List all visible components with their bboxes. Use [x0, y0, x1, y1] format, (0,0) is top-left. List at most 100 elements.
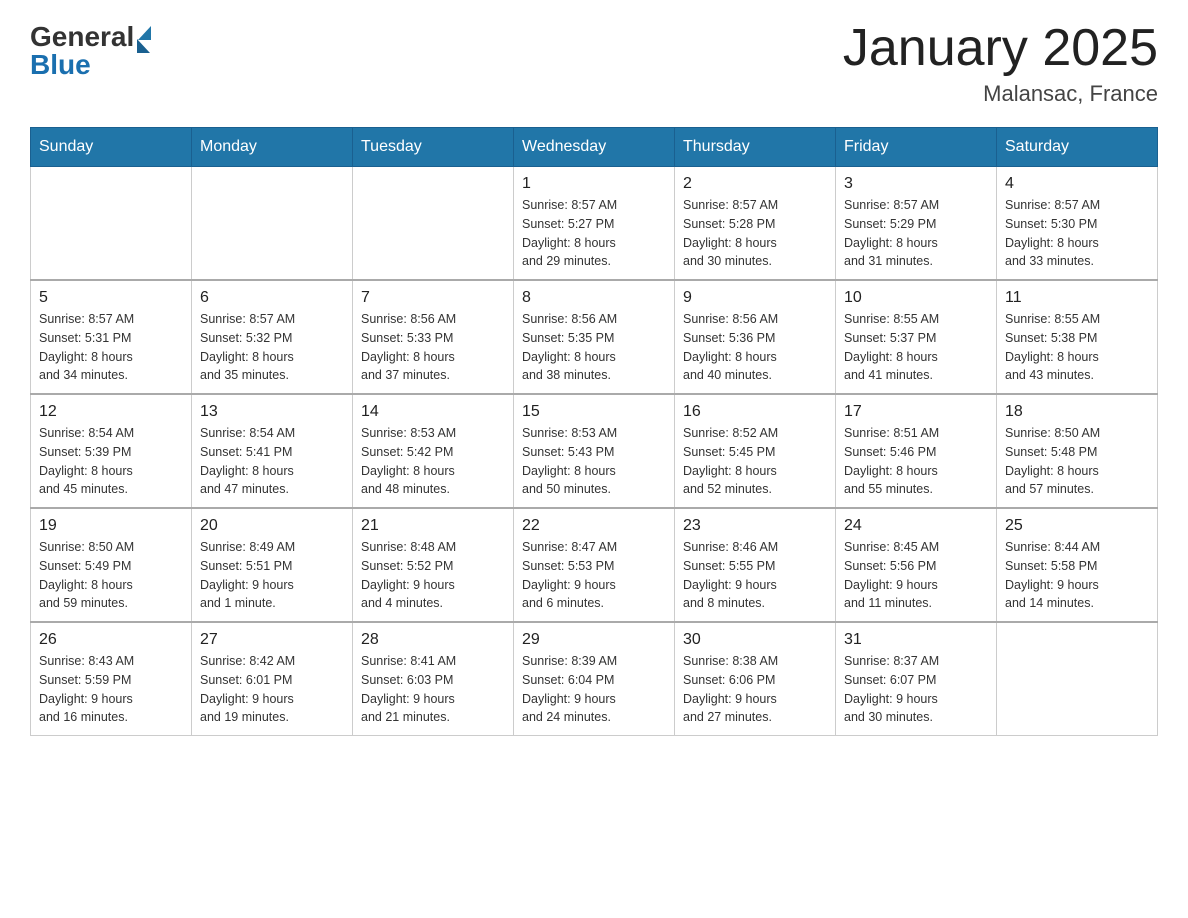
day-info: Sunrise: 8:54 AM Sunset: 5:41 PM Dayligh… — [200, 424, 344, 499]
calendar-cell: 14Sunrise: 8:53 AM Sunset: 5:42 PM Dayli… — [353, 394, 514, 508]
day-number: 25 — [1005, 517, 1149, 535]
calendar-cell: 19 Sunrise: 8:50 AM Sunset: 5:49 PM Dayli… — [31, 508, 192, 622]
day-info: Sunrise: 8:56 AM Sunset: 5:35 PM Dayligh… — [522, 310, 666, 385]
calendar-cell: 11 Sunrise: 8:55 AM Sunset: 5:38 PM Dayli… — [997, 280, 1158, 394]
calendar-week-row: 19 Sunrise: 8:50 AM Sunset: 5:49 PM Dayli… — [31, 508, 1158, 622]
day-info: Sunrise: 8:50 AM Sunset: 5:49 PM Dayligh… — [39, 538, 183, 613]
day-info: Sunrise: 8:44 AM Sunset: 5:58 PM Dayligh… — [1005, 538, 1149, 613]
day-info: Sunrise: 8:51 AM Sunset: 5:46 PM Dayligh… — [844, 424, 988, 499]
calendar-cell: 21 Sunrise: 8:48 AM Sunset: 5:52 PM Dayli… — [353, 508, 514, 622]
day-number: 20 — [200, 517, 344, 535]
logo-general-text: General — [30, 21, 134, 53]
column-header-wednesday: Wednesday — [514, 128, 675, 167]
logo: General Blue — [30, 20, 151, 81]
calendar-cell: 29 Sunrise: 8:39 AM Sunset: 6:04 PM Dayli… — [514, 622, 675, 736]
calendar-cell: 31 Sunrise: 8:37 AM Sunset: 6:07 PM Dayli… — [836, 622, 997, 736]
day-number: 17 — [844, 403, 988, 421]
day-number: 29 — [522, 631, 666, 649]
calendar-cell: 15 Sunrise: 8:53 AM Sunset: 5:43 PM Dayli… — [514, 394, 675, 508]
calendar-week-row: 12Sunrise: 8:54 AM Sunset: 5:39 PM Dayli… — [31, 394, 1158, 508]
column-header-saturday: Saturday — [997, 128, 1158, 167]
day-number: 9 — [683, 289, 827, 307]
calendar-header-row: SundayMondayTuesdayWednesdayThursdayFrid… — [31, 128, 1158, 167]
day-info: Sunrise: 8:55 AM Sunset: 5:38 PM Dayligh… — [1005, 310, 1149, 385]
calendar-cell — [997, 622, 1158, 736]
day-number: 16 — [683, 403, 827, 421]
calendar-subtitle: Malansac, France — [843, 81, 1158, 107]
calendar-table: SundayMondayTuesdayWednesdayThursdayFrid… — [30, 127, 1158, 736]
calendar-cell: 9 Sunrise: 8:56 AM Sunset: 5:36 PM Daylig… — [675, 280, 836, 394]
calendar-cell: 28Sunrise: 8:41 AM Sunset: 6:03 PM Dayli… — [353, 622, 514, 736]
day-number: 2 — [683, 175, 827, 193]
day-info: Sunrise: 8:57 AM Sunset: 5:30 PM Dayligh… — [1005, 196, 1149, 271]
day-info: Sunrise: 8:47 AM Sunset: 5:53 PM Dayligh… — [522, 538, 666, 613]
column-header-tuesday: Tuesday — [353, 128, 514, 167]
calendar-week-row: 1Sunrise: 8:57 AM Sunset: 5:27 PM Daylig… — [31, 167, 1158, 281]
day-number: 7 — [361, 289, 505, 307]
calendar-cell: 4 Sunrise: 8:57 AM Sunset: 5:30 PM Daylig… — [997, 167, 1158, 281]
calendar-title: January 2025 — [843, 20, 1158, 77]
day-info: Sunrise: 8:57 AM Sunset: 5:32 PM Dayligh… — [200, 310, 344, 385]
day-number: 31 — [844, 631, 988, 649]
day-number: 4 — [1005, 175, 1149, 193]
day-info: Sunrise: 8:42 AM Sunset: 6:01 PM Dayligh… — [200, 652, 344, 727]
day-number: 8 — [522, 289, 666, 307]
day-info: Sunrise: 8:54 AM Sunset: 5:39 PM Dayligh… — [39, 424, 183, 499]
day-number: 22 — [522, 517, 666, 535]
day-number: 3 — [844, 175, 988, 193]
day-info: Sunrise: 8:56 AM Sunset: 5:33 PM Dayligh… — [361, 310, 505, 385]
calendar-cell: 13 Sunrise: 8:54 AM Sunset: 5:41 PM Dayli… — [192, 394, 353, 508]
column-header-friday: Friday — [836, 128, 997, 167]
column-header-sunday: Sunday — [31, 128, 192, 167]
day-number: 23 — [683, 517, 827, 535]
calendar-cell — [31, 167, 192, 281]
day-number: 26 — [39, 631, 183, 649]
day-number: 15 — [522, 403, 666, 421]
day-info: Sunrise: 8:48 AM Sunset: 5:52 PM Dayligh… — [361, 538, 505, 613]
calendar-cell: 18Sunrise: 8:50 AM Sunset: 5:48 PM Dayli… — [997, 394, 1158, 508]
day-number: 19 — [39, 517, 183, 535]
day-number: 27 — [200, 631, 344, 649]
calendar-cell: 30Sunrise: 8:38 AM Sunset: 6:06 PM Dayli… — [675, 622, 836, 736]
day-number: 14 — [361, 403, 505, 421]
logo-blue-text: Blue — [30, 49, 151, 81]
day-info: Sunrise: 8:55 AM Sunset: 5:37 PM Dayligh… — [844, 310, 988, 385]
calendar-cell: 26 Sunrise: 8:43 AM Sunset: 5:59 PM Dayli… — [31, 622, 192, 736]
calendar-cell: 27 Sunrise: 8:42 AM Sunset: 6:01 PM Dayli… — [192, 622, 353, 736]
column-header-monday: Monday — [192, 128, 353, 167]
day-info: Sunrise: 8:46 AM Sunset: 5:55 PM Dayligh… — [683, 538, 827, 613]
day-info: Sunrise: 8:53 AM Sunset: 5:43 PM Dayligh… — [522, 424, 666, 499]
day-number: 1 — [522, 175, 666, 193]
calendar-cell: 6 Sunrise: 8:57 AM Sunset: 5:32 PM Daylig… — [192, 280, 353, 394]
day-number: 13 — [200, 403, 344, 421]
day-info: Sunrise: 8:57 AM Sunset: 5:31 PM Dayligh… — [39, 310, 183, 385]
day-info: Sunrise: 8:41 AM Sunset: 6:03 PM Dayligh… — [361, 652, 505, 727]
day-info: Sunrise: 8:37 AM Sunset: 6:07 PM Dayligh… — [844, 652, 988, 727]
calendar-cell: 24 Sunrise: 8:45 AM Sunset: 5:56 PM Dayli… — [836, 508, 997, 622]
day-info: Sunrise: 8:43 AM Sunset: 5:59 PM Dayligh… — [39, 652, 183, 727]
calendar-cell: 16 Sunrise: 8:52 AM Sunset: 5:45 PM Dayli… — [675, 394, 836, 508]
calendar-cell: 1Sunrise: 8:57 AM Sunset: 5:27 PM Daylig… — [514, 167, 675, 281]
day-number: 11 — [1005, 289, 1149, 307]
calendar-cell: 2 Sunrise: 8:57 AM Sunset: 5:28 PM Daylig… — [675, 167, 836, 281]
day-info: Sunrise: 8:57 AM Sunset: 5:29 PM Dayligh… — [844, 196, 988, 271]
calendar-cell: 12Sunrise: 8:54 AM Sunset: 5:39 PM Dayli… — [31, 394, 192, 508]
day-number: 21 — [361, 517, 505, 535]
day-number: 10 — [844, 289, 988, 307]
day-info: Sunrise: 8:57 AM Sunset: 5:28 PM Dayligh… — [683, 196, 827, 271]
day-number: 30 — [683, 631, 827, 649]
day-number: 24 — [844, 517, 988, 535]
day-info: Sunrise: 8:52 AM Sunset: 5:45 PM Dayligh… — [683, 424, 827, 499]
calendar-cell: 8 Sunrise: 8:56 AM Sunset: 5:35 PM Daylig… — [514, 280, 675, 394]
day-info: Sunrise: 8:49 AM Sunset: 5:51 PM Dayligh… — [200, 538, 344, 613]
calendar-cell: 22 Sunrise: 8:47 AM Sunset: 5:53 PM Dayli… — [514, 508, 675, 622]
calendar-cell: 10 Sunrise: 8:55 AM Sunset: 5:37 PM Dayli… — [836, 280, 997, 394]
day-info: Sunrise: 8:39 AM Sunset: 6:04 PM Dayligh… — [522, 652, 666, 727]
calendar-week-row: 5Sunrise: 8:57 AM Sunset: 5:31 PM Daylig… — [31, 280, 1158, 394]
column-header-thursday: Thursday — [675, 128, 836, 167]
day-number: 6 — [200, 289, 344, 307]
day-info: Sunrise: 8:45 AM Sunset: 5:56 PM Dayligh… — [844, 538, 988, 613]
day-info: Sunrise: 8:56 AM Sunset: 5:36 PM Dayligh… — [683, 310, 827, 385]
page-header: General Blue January 2025 Malansac, Fran… — [30, 20, 1158, 107]
calendar-cell: 5Sunrise: 8:57 AM Sunset: 5:31 PM Daylig… — [31, 280, 192, 394]
